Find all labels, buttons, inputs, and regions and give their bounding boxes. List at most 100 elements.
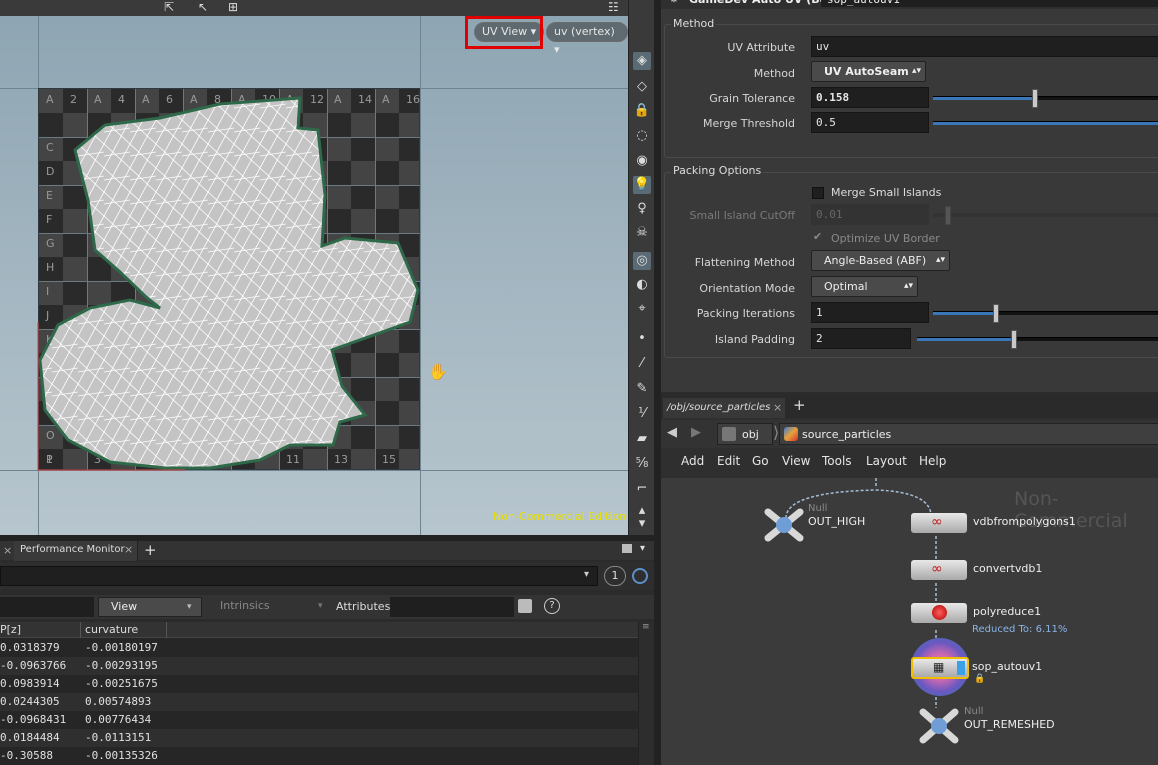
menu-tools[interactable]: Tools	[822, 454, 852, 468]
packing-iterations-slider[interactable]	[933, 304, 1158, 323]
camera-view-icon[interactable]: ◎	[633, 252, 651, 270]
island-padding-field[interactable]: 2	[811, 328, 911, 349]
cell-curvature: -0.00251675	[85, 677, 158, 690]
number-display-icon[interactable]: ⅝	[633, 455, 651, 473]
column-header-pz[interactable]: P[z]	[0, 622, 21, 638]
snapshot-icon[interactable]: ⌖	[633, 300, 651, 318]
corner-icon[interactable]: ⌐	[633, 480, 651, 498]
slider-knob[interactable]	[1011, 330, 1017, 349]
eye-icon[interactable]: ◐	[633, 276, 651, 294]
orientation-mode-dropdown[interactable]: Optimal ▴▾	[811, 276, 918, 297]
light-bulb-icon[interactable]: ♀	[633, 200, 651, 218]
obj-icon	[722, 427, 736, 441]
scroll-down-icon[interactable]: ▾	[633, 515, 651, 533]
close-tab-icon[interactable]: ×	[124, 543, 133, 556]
close-tab-icon[interactable]: ×	[3, 544, 12, 557]
pane-layout-icon[interactable]	[622, 544, 632, 553]
grain-tolerance-slider[interactable]	[933, 89, 1158, 108]
autouv-node[interactable]: ▦	[911, 657, 969, 679]
view-dropdown[interactable]: View ▾	[98, 597, 202, 617]
breadcrumb-obj[interactable]: obj	[717, 423, 773, 445]
display-options-icon[interactable]: ☷	[608, 0, 619, 14]
menu-layout[interactable]: Layout	[866, 454, 907, 468]
out-remeshed-node[interactable]	[919, 708, 959, 744]
table-row[interactable]: -0.0968431 0.00776434	[0, 711, 638, 729]
close-tab-icon[interactable]: ×	[773, 401, 782, 414]
pin-counter[interactable]: 1	[604, 566, 626, 586]
merge-threshold-field[interactable]: 0.5	[811, 112, 929, 133]
skull-icon[interactable]: ☠	[633, 224, 651, 242]
vdbfrompolygons-node[interactable]: ∞	[911, 513, 967, 533]
table-row[interactable]: 0.0244305 0.00574893	[0, 693, 638, 711]
paint-icon[interactable]: ▰	[633, 430, 651, 448]
node-name-field[interactable]: sop_autouv1	[821, 0, 1158, 7]
node-path-field[interactable]	[0, 566, 598, 586]
template-icon[interactable]: ◇	[633, 78, 651, 96]
pointer-tool-icon[interactable]: ↖	[198, 0, 208, 14]
parameter-editor: ⚙ GameDev Auto UV (Beta) sop_autouv1 Met…	[661, 0, 1158, 392]
node-path-dropdown-icon[interactable]: ▾	[584, 569, 589, 580]
merge-small-islands-checkbox[interactable]	[812, 187, 824, 199]
display-mode-icon[interactable]: ◈	[633, 52, 651, 70]
menu-add[interactable]: Add	[681, 454, 704, 468]
menu-go[interactable]: Go	[752, 454, 769, 468]
island-padding-label: Island Padding	[714, 333, 795, 346]
table-row[interactable]: 0.0983914 -0.00251675	[0, 675, 638, 693]
merge-threshold-label: Merge Threshold	[702, 117, 795, 130]
breadcrumb-source-particles[interactable]: source_particles	[779, 423, 1158, 445]
add-tab-icon[interactable]: +	[793, 396, 806, 414]
slider-knob[interactable]	[993, 304, 999, 323]
transform-tool-icon[interactable]: ⊞	[228, 0, 238, 14]
menu-help[interactable]: Help	[919, 454, 946, 468]
back-icon[interactable]: ◀	[667, 425, 677, 440]
table-row[interactable]: 0.0184484 -0.0113151	[0, 729, 638, 747]
refresh-icon[interactable]	[632, 568, 648, 584]
select-tool-icon[interactable]: ⇱	[164, 0, 174, 14]
island-padding-slider[interactable]	[917, 330, 1158, 349]
convertvdb-name: convertvdb1	[973, 562, 1043, 575]
add-tab-icon[interactable]: +	[144, 541, 157, 559]
uv-attribute-field[interactable]: uv	[811, 36, 1158, 57]
help-icon[interactable]: ?	[544, 598, 560, 614]
number-icon[interactable]: ⅟	[633, 405, 651, 423]
table-row[interactable]: 0.0318379 -0.00180197	[0, 639, 638, 657]
tab-menu-arrow-icon[interactable]: ▾	[640, 543, 645, 554]
menu-edit[interactable]: Edit	[717, 454, 740, 468]
shading-icon[interactable]: ◉	[633, 152, 651, 170]
breadcrumb-obj-label: obj	[742, 428, 759, 441]
ghost-icon[interactable]: ◌	[633, 127, 651, 145]
attribute-select-icon[interactable]	[518, 599, 532, 613]
vertical-scrollbar[interactable]: ≡	[638, 622, 654, 765]
slider-knob[interactable]	[1032, 89, 1038, 108]
menu-view[interactable]: View	[782, 454, 810, 468]
point-icon[interactable]: •	[633, 330, 651, 348]
tab-performance-monitor[interactable]: Performance Monitor ×	[14, 541, 138, 561]
tab-source-particles[interactable]: /obj/source_particles ×	[663, 398, 785, 418]
table-row[interactable]: -0.30588 -0.00135326	[0, 747, 638, 765]
pen-icon[interactable]: ✎	[633, 380, 651, 398]
non-commercial-watermark: Non-Commercial Edition	[493, 510, 627, 523]
uv-viewport[interactable]: A2A4A6A8A10A12A14A16CDEFGHIJKLMNOP135791…	[0, 0, 628, 535]
intrinsics-dropdown[interactable]: Intrinsics ▾	[208, 597, 332, 617]
filter-field[interactable]	[0, 597, 94, 617]
uv-attribute-dropdown[interactable]: uv (vertex) ▾	[546, 22, 628, 56]
flattening-method-dropdown[interactable]: Angle-Based (ABF) ▴▾	[811, 250, 950, 271]
slider-fill	[933, 312, 996, 315]
polyreduce-node[interactable]	[911, 603, 967, 623]
convertvdb-node[interactable]: ∞	[911, 560, 967, 580]
table-row[interactable]: -0.0963766 -0.00293195	[0, 657, 638, 675]
attributes-field[interactable]	[390, 597, 514, 617]
merge-threshold-slider[interactable]	[933, 121, 1158, 125]
lock-icon[interactable]: 🔒	[633, 102, 651, 120]
out-high-node[interactable]	[764, 508, 804, 542]
method-dropdown[interactable]: UV AutoSeam ▴▾	[811, 61, 926, 82]
grain-tolerance-field[interactable]: 0.158	[811, 87, 929, 108]
column-header-curvature[interactable]: curvature	[85, 622, 138, 638]
packing-iterations-field[interactable]: 1	[811, 302, 929, 323]
light-icon[interactable]: 💡	[633, 176, 651, 194]
pane-divider[interactable]	[654, 0, 661, 765]
brush-icon[interactable]: ⁄	[633, 355, 651, 373]
intrinsics-label: Intrinsics	[220, 599, 270, 612]
network-canvas[interactable]: Non-Commercial Null OUT_HIGH ∞ vdbfrompo…	[661, 478, 1158, 765]
forward-icon[interactable]: ▶	[691, 425, 701, 440]
